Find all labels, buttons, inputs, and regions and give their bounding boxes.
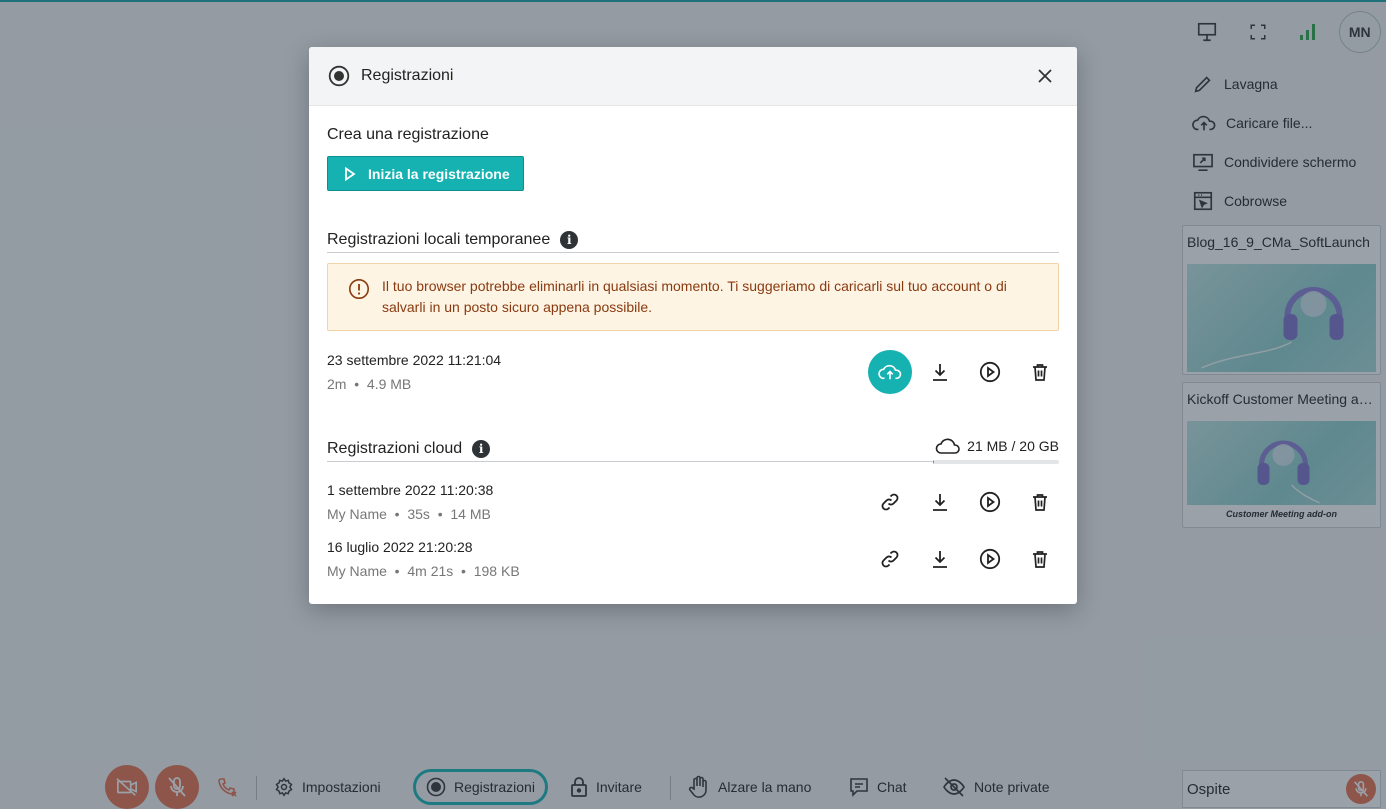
local-recordings-heading: Registrazioni locali temporanee i <box>327 231 579 249</box>
info-icon[interactable]: i <box>560 231 579 249</box>
link-icon <box>881 550 899 568</box>
download-button[interactable] <box>915 480 965 524</box>
download-icon <box>933 364 947 381</box>
cloud-recording-meta: My Name • 35s • 14 MB <box>327 506 491 522</box>
cloud-quota: 21 MB / 20 GB <box>933 437 1059 464</box>
cloud-upload-icon <box>878 364 902 380</box>
section-title: Registrazioni locali temporanee <box>327 231 551 248</box>
copy-link-button[interactable] <box>865 480 915 524</box>
trash-icon <box>1033 494 1047 511</box>
copy-link-button[interactable] <box>865 537 915 581</box>
cloud-recordings-heading: Registrazioni cloud i <box>327 440 491 458</box>
warning-banner: Il tuo browser potrebbe eliminarli in qu… <box>327 263 1059 331</box>
cloud-quota-fill <box>933 460 935 464</box>
record-icon <box>328 65 350 87</box>
delete-button[interactable] <box>1015 350 1065 394</box>
trash-icon <box>1033 551 1047 568</box>
local-recording-date: 23 settembre 2022 11:21:04 <box>327 352 502 368</box>
download-button[interactable] <box>915 537 965 581</box>
close-button[interactable] <box>1031 62 1059 90</box>
cloud-quota-bar <box>933 460 1059 464</box>
play-button[interactable] <box>965 480 1015 524</box>
cloud-recording-actions <box>865 537 1065 581</box>
recordings-dialog: Registrazioni Crea una registrazione Ini… <box>309 47 1077 604</box>
cloud-recording-date: 16 luglio 2022 21:20:28 <box>327 539 473 555</box>
cloud-icon <box>935 438 960 454</box>
upload-to-cloud-button[interactable] <box>865 350 915 394</box>
section-divider <box>327 461 935 462</box>
cloud-quota-label: 21 MB / 20 GB <box>967 438 1059 454</box>
local-recording-meta: 2m • 4.9 MB <box>327 376 412 392</box>
cloud-recording-meta: My Name • 4m 21s • 198 KB <box>327 563 520 579</box>
play-circle-icon <box>979 361 1001 383</box>
play-circle-icon <box>979 548 1001 570</box>
link-icon <box>881 493 899 511</box>
play-circle-icon <box>979 491 1001 513</box>
download-icon <box>933 494 947 511</box>
start-recording-button[interactable]: Inizia la registrazione <box>327 156 524 191</box>
cloud-recording-date: 1 settembre 2022 11:20:38 <box>327 482 494 498</box>
download-button[interactable] <box>915 350 965 394</box>
delete-button[interactable] <box>1015 537 1065 581</box>
create-recording-heading: Crea una registrazione <box>327 126 489 143</box>
download-icon <box>933 551 947 568</box>
info-icon[interactable]: i <box>472 440 491 458</box>
play-button[interactable] <box>965 350 1015 394</box>
play-button[interactable] <box>965 537 1015 581</box>
warning-circle-icon <box>349 279 369 299</box>
trash-icon <box>1033 364 1047 381</box>
local-recording-actions <box>865 350 1065 394</box>
start-recording-label: Inizia la registrazione <box>368 165 510 182</box>
close-icon <box>1038 69 1052 83</box>
section-title: Registrazioni cloud <box>327 440 463 457</box>
play-outline-icon <box>345 166 356 181</box>
section-divider <box>327 252 1059 253</box>
dialog-title: Registrazioni <box>361 67 454 84</box>
warning-text: Il tuo browser potrebbe eliminarli in qu… <box>382 278 1007 315</box>
dialog-header: Registrazioni <box>309 47 1077 106</box>
cloud-recording-actions <box>865 480 1065 524</box>
delete-button[interactable] <box>1015 480 1065 524</box>
